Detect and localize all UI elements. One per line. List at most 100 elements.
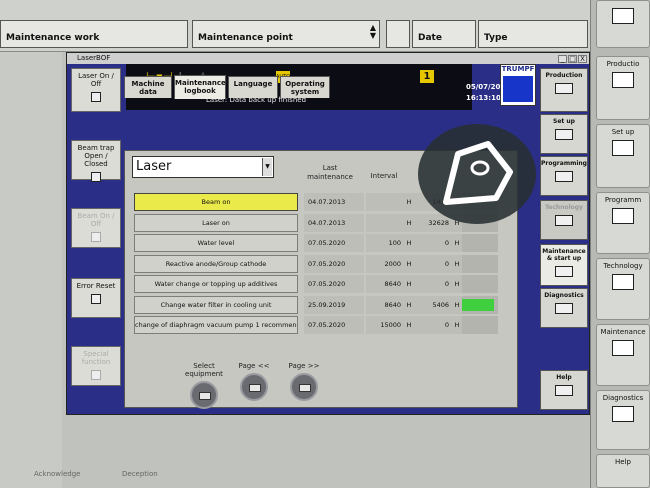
tab-operating-system[interactable]: Operating system	[280, 76, 330, 98]
maintenance-item-button[interactable]: Change water filter in cooling unit	[134, 295, 298, 314]
maximize-button[interactable]: □	[568, 55, 577, 63]
remaining-value: 0	[414, 316, 452, 334]
tab-maintenance-logbook[interactable]: Maintenance logbook	[174, 75, 226, 99]
last-maintenance-date: 04.07.2013	[304, 213, 364, 232]
outer-programming-button[interactable]: Programm	[596, 192, 650, 254]
window-title: LaserBOF	[77, 54, 111, 62]
grid-icon	[612, 274, 634, 290]
outer-window-button[interactable]	[596, 0, 650, 48]
status-bar	[462, 295, 498, 314]
wrench-icon	[91, 370, 101, 380]
window-titlebar: LaserBOF _ □ X	[67, 53, 589, 64]
interval-unit: H	[404, 275, 414, 293]
tab-machine-data[interactable]: Machine data	[124, 76, 172, 98]
nav-diagnostics[interactable]: Diagnostics	[540, 288, 588, 328]
window-controls: _ □ X	[557, 54, 587, 65]
nav-help[interactable]: Help	[540, 370, 588, 410]
page-prev-button[interactable]: Page <<	[234, 362, 274, 401]
stepper-icon[interactable]: ▲ ▼	[370, 24, 376, 40]
equipment-selected-value: Laser	[136, 159, 172, 174]
interval-value: 8640	[366, 275, 404, 293]
equipment-dropdown[interactable]: Laser ▼	[132, 156, 274, 178]
minimize-button[interactable]: _	[558, 55, 567, 63]
last-maintenance-date: 07.05.2020	[304, 275, 364, 293]
outer-technology-button[interactable]: Technology	[596, 258, 650, 320]
window-icon	[612, 8, 634, 24]
nav-maintenance-label: Maintenance & start up	[542, 248, 586, 262]
outer-diagnostics-button[interactable]: Diagnostics	[596, 390, 650, 450]
select-equipment-button[interactable]: Select equipment	[184, 362, 224, 409]
maintenance-item-button[interactable]: Water level	[134, 234, 298, 252]
maintenance-item-button[interactable]: Reactive anode/Group cathode	[134, 254, 298, 273]
field-blank	[386, 20, 410, 48]
status-bar	[462, 275, 498, 293]
outer-acknowledge-label: Acknowledge	[34, 470, 81, 478]
special-function-button[interactable]: Special function	[71, 346, 121, 386]
last-maintenance-date: 25.09.2019	[304, 295, 364, 314]
nav-programming[interactable]: Programming	[540, 156, 588, 196]
status-date: 05/07/20	[466, 83, 501, 91]
nav-help-label: Help	[556, 374, 572, 381]
maintenance-item-button[interactable]: Laser on	[134, 213, 298, 232]
page-next-button[interactable]: Page >>	[284, 362, 324, 401]
page-prev-label: Page <<	[238, 362, 270, 370]
machine-left-bank	[0, 52, 62, 488]
eye-icon	[612, 406, 634, 422]
star-logo-icon	[443, 141, 513, 205]
outer-programming-label: Programm	[604, 196, 642, 204]
page-next-label: Page >>	[288, 362, 320, 370]
beam-trap-label: Beam trap Open / Closed	[77, 144, 115, 168]
outer-setup-button[interactable]: Set up	[596, 124, 650, 188]
col-last-maintenance: Last maintenance	[307, 164, 353, 181]
last-maintenance-date: 07.05.2020	[304, 234, 364, 252]
outer-maintenance-button[interactable]: Maintenance	[596, 324, 650, 386]
table-row: Water level 07.05.2020 100 H 0 H	[132, 234, 498, 252]
maintenance-item-button[interactable]: Water change or topping up additives	[134, 275, 298, 293]
outer-setup-label: Set up	[611, 128, 635, 136]
button-circle-icon	[290, 373, 318, 401]
play-icon	[612, 72, 634, 88]
remaining-value: 5406	[414, 295, 452, 314]
close-button[interactable]: X	[578, 55, 587, 63]
maintenance-item-button[interactable]: change of diaphragm vacuum pump 1 recomm…	[134, 316, 298, 334]
outer-help-button[interactable]: Help	[596, 454, 650, 488]
nav-programming-label: Programming	[541, 160, 587, 167]
reset-icon	[91, 294, 101, 304]
col-interval: Interval	[370, 172, 398, 180]
square-icon	[612, 140, 634, 156]
status-time: 16:13:10	[466, 94, 501, 102]
nav-setup[interactable]: Set up	[540, 114, 588, 154]
eye-icon	[555, 303, 573, 314]
nav-technology[interactable]: Technology	[540, 200, 588, 240]
grid-icon	[555, 215, 573, 226]
beam-on-off-label: Beam On / Off	[77, 212, 115, 228]
beam-trap-button[interactable]: Beam trap Open / Closed	[71, 140, 121, 182]
chevron-down-icon[interactable]: ▼	[262, 158, 272, 176]
remaining-unit: H	[452, 295, 462, 314]
square-icon	[91, 172, 101, 182]
beam-on-off-button[interactable]: Beam On / Off	[71, 208, 121, 248]
interval-unit: H	[404, 295, 414, 314]
remaining-unit: H	[452, 275, 462, 293]
square-icon	[91, 92, 101, 102]
field-maintenance-point-label: Maintenance point	[198, 33, 293, 43]
error-reset-button[interactable]: Error Reset	[71, 278, 121, 318]
remaining-unit: H	[452, 234, 462, 252]
square-icon	[91, 232, 101, 242]
last-maintenance-date: 04.07.2013	[304, 193, 364, 211]
button-circle-icon	[190, 381, 218, 409]
interval-value: 100	[366, 234, 404, 252]
wrench-icon	[555, 266, 573, 277]
table-row: Reactive anode/Group cathode 07.05.2020 20…	[132, 254, 498, 273]
status-bar	[462, 254, 498, 273]
outer-production-button[interactable]: Productio	[596, 56, 650, 120]
maintenance-item-button[interactable]: Beam on	[134, 193, 298, 211]
interval-unit: H	[404, 254, 414, 273]
tab-language[interactable]: Language	[228, 76, 278, 98]
interval-value	[366, 193, 404, 211]
interval-value: 2000	[366, 254, 404, 273]
remaining-value: 0	[414, 275, 452, 293]
nav-maintenance[interactable]: Maintenance & start up	[540, 244, 588, 286]
laser-on-off-button[interactable]: Laser On / Off	[71, 68, 121, 112]
nav-production[interactable]: Production	[540, 68, 588, 112]
